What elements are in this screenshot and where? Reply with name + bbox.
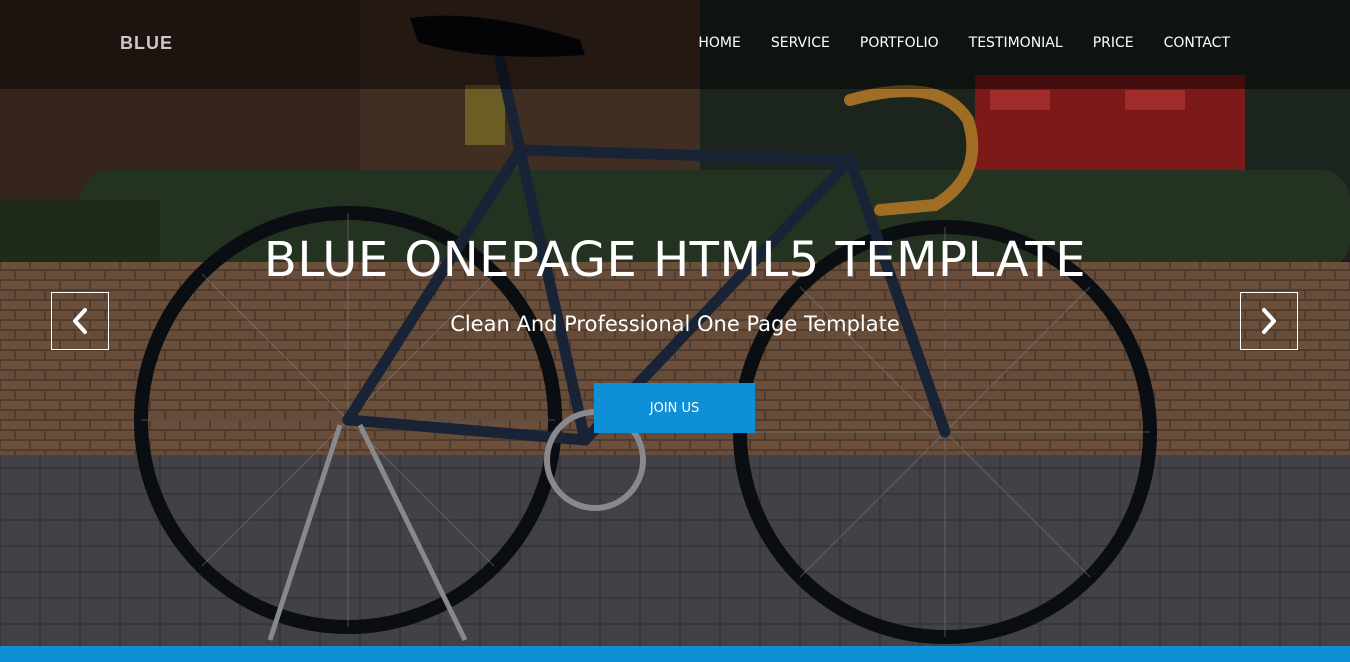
chevron-right-icon [1262,308,1276,334]
accent-bottom-bar [0,646,1350,662]
nav-item-home[interactable]: HOME [698,35,740,51]
nav-item-price[interactable]: PRICE [1093,35,1134,51]
join-us-button[interactable]: JOIN US [594,383,755,433]
main-nav: HOME SERVICE PORTFOLIO TESTIMONIAL PRICE… [668,35,1230,51]
hero-title: BLUE ONEPAGE HTML5 TEMPLATE [263,232,1087,288]
brand-logo[interactable]: BLUE [120,33,173,54]
slider-prev-button[interactable] [51,292,109,350]
nav-item-portfolio[interactable]: PORTFOLIO [860,35,939,51]
nav-item-contact[interactable]: CONTACT [1164,35,1230,51]
hero-slider: BLUE HOME SERVICE PORTFOLIO TESTIMONIAL … [0,0,1350,646]
chevron-left-icon [73,308,87,334]
slider-next-button[interactable] [1240,292,1298,350]
top-navbar: BLUE HOME SERVICE PORTFOLIO TESTIMONIAL … [0,0,1350,89]
nav-item-service[interactable]: SERVICE [771,35,830,51]
nav-item-testimonial[interactable]: TESTIMONIAL [969,35,1063,51]
hero-subtitle: Clean And Professional One Page Template [450,312,900,336]
